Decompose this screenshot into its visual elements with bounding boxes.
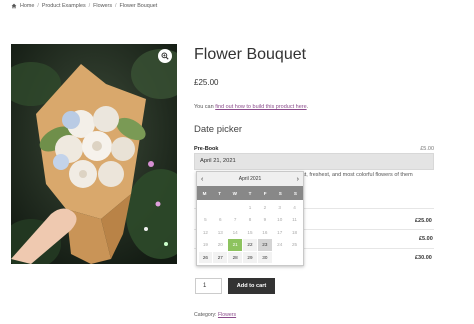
calendar-day: 13 xyxy=(217,229,223,235)
total-product: £25.00 xyxy=(415,218,432,224)
calendar-empty-cell xyxy=(228,202,242,214)
calendar-day: 14 xyxy=(232,229,238,235)
calendar-day[interactable]: 22 xyxy=(243,239,257,251)
bouquet-photo xyxy=(11,44,177,264)
calendar-day: 4 xyxy=(293,204,296,210)
product-title: Flower Bouquet xyxy=(194,46,307,63)
calendar-day: 11 xyxy=(292,217,297,223)
product-price: £25.00 xyxy=(194,78,219,87)
datepicker-calendar: ‹ April 2021 › MTWTFSS 1 2 3 4 5 6 7 8 9 10 11 12 13… xyxy=(196,171,304,266)
calendar-day: 12 xyxy=(202,229,208,235)
calendar-day[interactable]: 28 xyxy=(228,251,243,263)
prev-month-icon[interactable]: ‹ xyxy=(201,176,203,183)
category-flowers-link[interactable]: Flowers xyxy=(218,312,236,318)
product-category: Category: Flowers xyxy=(194,312,236,318)
calendar-day: 20 xyxy=(217,242,223,248)
weekday-label: W xyxy=(232,190,238,196)
calendar-empty-cell xyxy=(199,202,213,214)
calendar-empty-cell xyxy=(213,202,227,214)
zoom-button[interactable] xyxy=(158,49,172,63)
category-label: Category: xyxy=(194,312,218,318)
quantity-input[interactable]: 1 xyxy=(195,278,222,294)
prebook-label-row: Pre-Book £5.00 xyxy=(194,146,434,152)
product-image[interactable] xyxy=(11,44,177,264)
breadcrumb-product-examples-link[interactable]: Product Examples xyxy=(42,3,86,9)
magnifier-plus-icon xyxy=(161,52,169,60)
breadcrumb: Home / Product Examples / Flowers / Flow… xyxy=(11,3,157,9)
prebook-date-input[interactable]: April 21, 2021 xyxy=(194,153,434,170)
calendar-day[interactable]: 27 xyxy=(213,251,228,263)
prebook-cost: £5.00 xyxy=(420,146,434,152)
total-grand: £30.00 xyxy=(415,255,432,261)
calendar-day: 19 xyxy=(202,242,208,248)
weekday-label: T xyxy=(248,190,252,196)
prebook-label: Pre-Book xyxy=(194,146,219,152)
calendar-day[interactable]: 30 xyxy=(257,251,272,263)
total-options: £5.00 xyxy=(419,236,433,242)
home-icon xyxy=(11,3,17,9)
calendar-day: 17 xyxy=(277,229,283,235)
calendar-day: 3 xyxy=(278,204,281,210)
calendar-days: 1 2 3 4 5 6 7 8 9 10 11 12 13 14 15 16 17 18 19 20 21 22 23 24 2… xyxy=(197,200,303,264)
weekday-label: F xyxy=(263,190,267,196)
breadcrumb-flowers-link[interactable]: Flowers xyxy=(93,3,112,9)
calendar-day: 10 xyxy=(277,217,283,223)
calendar-day: 9 xyxy=(263,217,267,223)
weekday-label: M xyxy=(202,190,207,196)
product-tagline: st, freshest, and most colorful flowers … xyxy=(302,172,413,178)
next-month-icon[interactable]: › xyxy=(297,176,299,183)
calendar-day: 25 xyxy=(292,242,298,248)
breadcrumb-separator: / xyxy=(115,3,117,9)
calendar-month-label: April 2021 xyxy=(238,176,262,182)
calendar-header: ‹ April 2021 › xyxy=(197,172,303,186)
calendar-day[interactable]: 23 xyxy=(257,239,272,251)
add-to-cart-button[interactable]: Add to cart xyxy=(228,278,275,294)
calendar-day: 7 xyxy=(233,217,237,223)
weekday-label: S xyxy=(278,190,282,196)
calendar-day: 24 xyxy=(277,242,283,248)
weekday-label: S xyxy=(293,190,297,196)
weekday-label: T xyxy=(218,190,222,196)
calendar-day: 16 xyxy=(262,229,268,235)
breadcrumb-separator: / xyxy=(37,3,39,9)
calendar-day: 8 xyxy=(248,217,252,223)
calendar-empty-cell xyxy=(288,252,302,264)
calendar-day: 5 xyxy=(204,217,207,223)
calendar-day: 15 xyxy=(247,229,253,235)
calendar-empty-cell xyxy=(273,252,287,264)
build-product-link[interactable]: find out how to build this product here xyxy=(215,104,306,110)
calendar-day: 6 xyxy=(218,217,222,223)
breadcrumb-home-link[interactable]: Home xyxy=(20,3,34,9)
calendar-day[interactable]: 29 xyxy=(243,251,257,263)
date-picker-heading: Date picker xyxy=(194,124,243,135)
description-prefix: You can xyxy=(194,104,216,110)
calendar-day: 1 xyxy=(248,204,252,210)
calendar-day[interactable]: 26 xyxy=(198,251,213,263)
breadcrumb-separator: / xyxy=(88,3,91,9)
description-suffix: . xyxy=(306,104,309,110)
breadcrumb-current: Flower Bouquet xyxy=(119,3,158,9)
product-description: You can find out how to build this produ… xyxy=(194,104,308,110)
weekday-header: MTWTFSS xyxy=(197,186,303,200)
calendar-day: 2 xyxy=(263,204,267,210)
calendar-day[interactable]: 21 xyxy=(228,239,243,251)
calendar-day: 18 xyxy=(292,229,298,235)
